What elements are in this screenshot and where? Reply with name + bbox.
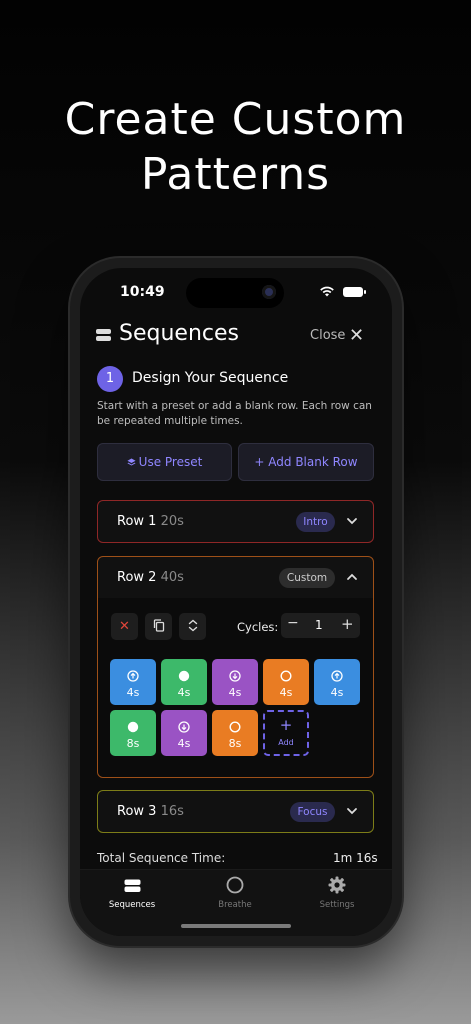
chevron-up-icon[interactable] xyxy=(346,571,358,583)
reorder-row-button[interactable] xyxy=(179,613,206,640)
row-2-body: ✕ Cycles: − 1 + 4s 4s 4s 4s 4s 8s 4s 8s + xyxy=(98,598,373,777)
tab-sequences-label: Sequences xyxy=(108,900,156,910)
filled-circle-icon xyxy=(178,667,190,682)
use-preset-label: Use Preset xyxy=(138,455,203,469)
breath-tile-inhale[interactable]: 4s xyxy=(110,659,156,705)
use-preset-button[interactable]: Use Preset xyxy=(97,443,232,481)
breath-tile-duration: 4s xyxy=(177,686,191,699)
add-step-label: Add xyxy=(278,738,294,747)
breath-tile-hold-empty[interactable]: 4s xyxy=(263,659,309,705)
tab-settings-label: Settings xyxy=(319,900,355,910)
breath-tile-duration: 8s xyxy=(126,737,140,750)
status-time: 10:49 xyxy=(120,284,165,300)
home-indicator xyxy=(181,924,291,928)
cycles-value: 1 xyxy=(315,618,323,632)
page-title: Sequences xyxy=(119,321,239,346)
row-1-label: Row 1 xyxy=(117,514,157,529)
chevron-up-down-icon xyxy=(188,619,197,632)
step-number-badge: 1 xyxy=(97,366,123,392)
duplicate-row-button[interactable] xyxy=(145,613,172,640)
row-2-tag: Custom xyxy=(279,568,335,588)
add-step-tile[interactable]: + Add xyxy=(263,710,309,756)
row-3-label: Row 3 xyxy=(117,804,157,819)
total-time-label: Total Sequence Time: xyxy=(97,851,226,865)
sequence-row-2: Row 2 40s Custom ✕ Cycles: − 1 + 4s 4s 4… xyxy=(97,556,374,778)
arrow-up-circle-icon xyxy=(127,667,139,682)
phone-screen: 10:49 Sequences Close ✕ 1 Design Your Se… xyxy=(80,268,392,936)
arrow-down-circle-icon xyxy=(178,718,190,733)
delete-row-button[interactable]: ✕ xyxy=(111,613,138,640)
breath-tile-duration: 4s xyxy=(126,686,140,699)
gear-icon xyxy=(328,876,346,894)
headline: Create Custom Patterns xyxy=(0,92,471,202)
sequence-row-1[interactable]: Row 1 20s Intro xyxy=(97,500,374,543)
close-button[interactable]: Close xyxy=(310,328,345,343)
tab-settings[interactable]: Settings xyxy=(302,876,372,910)
cycles-stepper: − 1 + xyxy=(281,613,360,638)
stack-icon xyxy=(124,879,140,892)
breath-tile-hold-empty[interactable]: 8s xyxy=(212,710,258,756)
arrow-up-circle-icon xyxy=(331,667,343,682)
row-1-tag: Intro xyxy=(296,512,335,532)
row-1-duration: 20s xyxy=(160,514,184,529)
sequence-row-3[interactable]: Row 3 16s Focus xyxy=(97,790,374,833)
filled-circle-icon xyxy=(127,718,139,733)
row-2-title: Row 2 40s xyxy=(117,570,184,585)
tab-sequences[interactable]: Sequences xyxy=(97,878,167,910)
breath-tile-duration: 4s xyxy=(330,686,344,699)
row-2-header[interactable]: Row 2 40s Custom xyxy=(98,557,373,598)
row-2-label: Row 2 xyxy=(117,570,157,585)
headline-line-1: Create Custom xyxy=(64,94,407,145)
breath-tile-duration: 4s xyxy=(177,737,191,750)
breath-tile-hold[interactable]: 8s xyxy=(110,710,156,756)
step-title: Design Your Sequence xyxy=(132,370,289,386)
copy-icon xyxy=(153,619,164,632)
add-blank-row-button[interactable]: + Add Blank Row xyxy=(238,443,374,481)
row-2-duration: 40s xyxy=(160,570,184,585)
breath-tile-exhale[interactable]: 4s xyxy=(161,710,207,756)
circle-icon xyxy=(226,876,244,894)
empty-circle-icon xyxy=(229,718,241,733)
row-3-tag: Focus xyxy=(290,802,335,822)
cycles-increment-button[interactable]: + xyxy=(341,615,354,633)
cycles-decrement-button[interactable]: − xyxy=(287,615,299,631)
breath-tile-duration: 8s xyxy=(228,737,242,750)
battery-icon xyxy=(343,287,366,297)
empty-circle-icon xyxy=(280,667,292,682)
total-time-value: 1m 16s xyxy=(333,851,378,865)
breath-tile-inhale[interactable]: 4s xyxy=(314,659,360,705)
chevron-down-icon[interactable] xyxy=(346,515,358,527)
tab-breathe[interactable]: Breathe xyxy=(200,876,270,910)
row-3-title: Row 3 16s xyxy=(117,804,184,819)
row-3-duration: 16s xyxy=(160,804,184,819)
wifi-icon xyxy=(320,286,334,297)
plus-icon: + xyxy=(279,716,293,734)
chevron-down-icon[interactable] xyxy=(346,805,358,817)
breath-tile-exhale[interactable]: 4s xyxy=(212,659,258,705)
cycles-label: Cycles: xyxy=(237,620,279,634)
layers-icon xyxy=(127,458,136,466)
breath-tile-duration: 4s xyxy=(279,686,293,699)
tab-breathe-label: Breathe xyxy=(218,900,252,910)
row-1-title: Row 1 20s xyxy=(117,514,184,529)
arrow-down-circle-icon xyxy=(229,667,241,682)
camera-icon xyxy=(262,285,276,299)
breath-tile-duration: 4s xyxy=(228,686,242,699)
headline-line-2: Patterns xyxy=(140,149,331,200)
sequences-header-icon xyxy=(96,329,111,341)
close-icon[interactable]: ✕ xyxy=(349,325,364,346)
step-description: Start with a preset or add a blank row. … xyxy=(97,400,372,427)
breath-tile-hold[interactable]: 4s xyxy=(161,659,207,705)
